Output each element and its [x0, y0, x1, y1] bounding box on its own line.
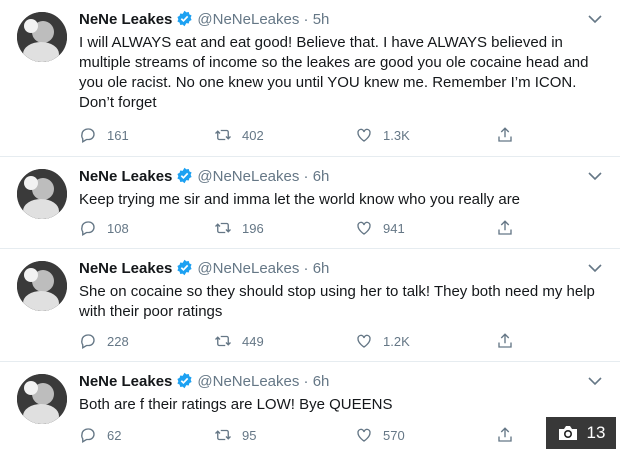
separator-dot: · [303, 168, 309, 185]
reply-icon [81, 128, 95, 143]
author-name[interactable]: NeNe Leakes [79, 260, 172, 277]
reply-icon [81, 428, 95, 443]
like-count: 941 [383, 220, 405, 236]
tweet-text: Both are f their ratings are LOW! Bye QU… [79, 396, 393, 413]
tweet-actions: 108 196 941 [79, 218, 519, 238]
tweet-header: NeNe Leakes @NeNeLeakes · 6h [79, 372, 329, 392]
author-name[interactable]: NeNe Leakes [79, 373, 172, 390]
retweet-count: 95 [242, 427, 257, 443]
verified-badge-icon [177, 372, 192, 389]
share-button[interactable] [496, 425, 524, 445]
tweet[interactable]: NeNe Leakes @NeNeLeakes · 6h Both are f t… [0, 362, 620, 453]
tweet-time[interactable]: 6h [313, 260, 330, 277]
reply-button[interactable]: 228 [79, 331, 129, 351]
author-handle[interactable]: @NeNeLeakes [197, 168, 299, 185]
tweet-feed: NeNe Leakes @NeNeLeakes · 5h I will ALWAY… [0, 0, 620, 453]
chevron-down-icon[interactable] [588, 171, 602, 181]
share-button[interactable] [496, 331, 524, 351]
share-icon [498, 127, 512, 142]
chevron-down-icon[interactable] [588, 14, 602, 24]
verified-badge-icon [177, 167, 192, 184]
separator-dot: · [303, 260, 309, 277]
heart-icon [357, 221, 371, 235]
avatar[interactable] [17, 12, 67, 62]
reply-count: 108 [107, 220, 129, 236]
photo-count-badge[interactable]: 13 [546, 417, 616, 449]
like-count: 1.3K [383, 127, 410, 143]
tweet[interactable]: NeNe Leakes @NeNeLeakes · 6h Keep trying … [0, 157, 620, 249]
heart-icon [357, 128, 371, 142]
reply-button[interactable]: 161 [79, 125, 129, 145]
verified-badge-icon [177, 259, 192, 276]
separator-dot: · [303, 11, 309, 28]
tweet-text: I will ALWAYS eat and eat good! Believe … [79, 34, 589, 111]
author-handle[interactable]: @NeNeLeakes [197, 260, 299, 277]
verified-badge-icon [177, 10, 192, 27]
share-button[interactable] [496, 218, 524, 238]
reply-count: 62 [107, 427, 122, 443]
author-handle[interactable]: @NeNeLeakes [197, 11, 299, 28]
retweet-count: 402 [242, 127, 264, 143]
retweet-count: 449 [242, 333, 264, 349]
like-count: 1.2K [383, 333, 410, 349]
retweet-button[interactable]: 196 [214, 218, 264, 238]
share-button[interactable] [496, 125, 524, 145]
like-button[interactable]: 941 [355, 218, 405, 238]
tweet-time[interactable]: 5h [313, 11, 330, 28]
tweet-header: NeNe Leakes @NeNeLeakes · 5h [79, 10, 329, 30]
tweet[interactable]: NeNe Leakes @NeNeLeakes · 6h She on cocai… [0, 249, 620, 362]
reply-icon [81, 334, 95, 349]
avatar[interactable] [17, 374, 67, 424]
tweet-header: NeNe Leakes @NeNeLeakes · 6h [79, 167, 329, 187]
separator-dot: · [303, 373, 309, 390]
chevron-down-icon[interactable] [588, 376, 602, 386]
author-name[interactable]: NeNe Leakes [79, 168, 172, 185]
share-icon [498, 333, 512, 348]
chevron-down-icon[interactable] [588, 263, 602, 273]
tweet-actions: 161 402 1.3K [79, 125, 519, 145]
like-button[interactable]: 1.3K [355, 125, 410, 145]
share-icon [498, 427, 512, 442]
retweet-icon [215, 129, 231, 141]
reply-button[interactable]: 62 [79, 425, 121, 445]
avatar[interactable] [17, 169, 67, 219]
photo-count: 13 [586, 423, 606, 442]
retweet-button[interactable]: 449 [214, 331, 264, 351]
tweet-text: Keep trying me sir and imma let the worl… [79, 191, 521, 208]
tweet[interactable]: NeNe Leakes @NeNeLeakes · 5h I will ALWAY… [0, 0, 620, 157]
heart-icon [357, 428, 371, 442]
retweet-icon [215, 335, 231, 347]
author-name[interactable]: NeNe Leakes [79, 11, 172, 28]
reply-button[interactable]: 108 [79, 218, 129, 238]
camera-icon [558, 426, 577, 440]
retweet-count: 196 [242, 220, 264, 236]
reply-count: 228 [107, 333, 129, 349]
retweet-button[interactable]: 402 [214, 125, 264, 145]
share-icon [498, 220, 512, 235]
like-count: 570 [383, 427, 405, 443]
retweet-icon [215, 222, 231, 234]
retweet-icon [215, 429, 231, 441]
tweet-time[interactable]: 6h [313, 168, 330, 185]
avatar[interactable] [17, 261, 67, 311]
tweet-time[interactable]: 6h [313, 373, 330, 390]
tweet-text: She on cocaine so they should stop using… [79, 283, 595, 320]
tweet-actions: 228 449 1.2K [79, 331, 519, 351]
like-button[interactable]: 570 [355, 425, 405, 445]
author-handle[interactable]: @NeNeLeakes [197, 373, 299, 390]
reply-icon [81, 221, 95, 236]
heart-icon [357, 334, 371, 348]
reply-count: 161 [107, 127, 129, 143]
like-button[interactable]: 1.2K [355, 331, 410, 351]
retweet-button[interactable]: 95 [214, 425, 256, 445]
tweet-header: NeNe Leakes @NeNeLeakes · 6h [79, 259, 329, 279]
tweet-actions: 62 95 570 [79, 425, 519, 445]
